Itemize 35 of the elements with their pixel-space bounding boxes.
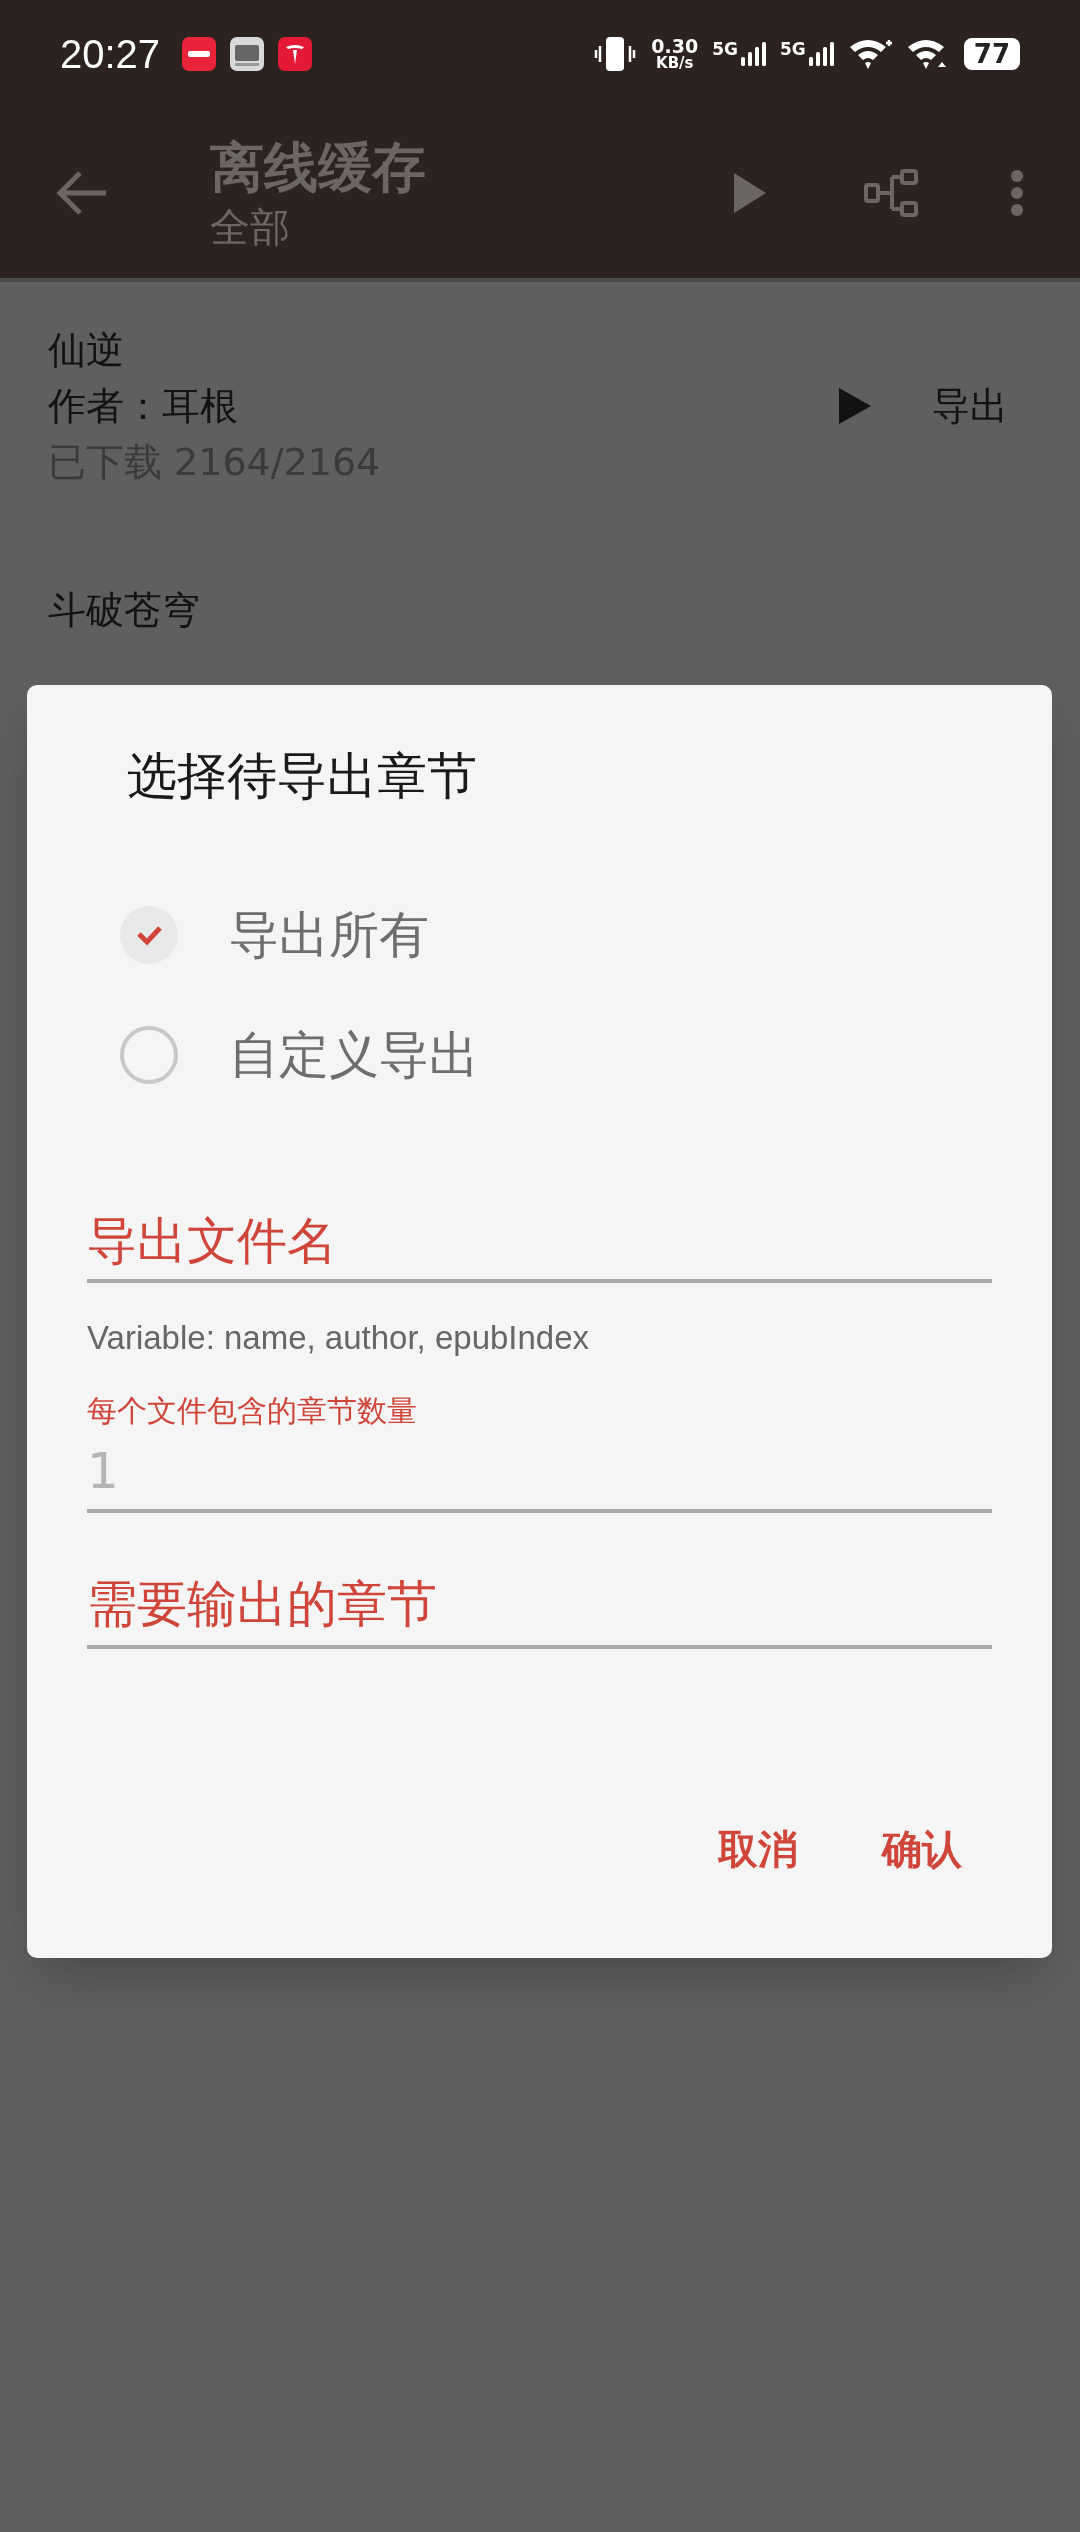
book-title[interactable]: 斗破苍穹	[48, 582, 1032, 638]
clock: 20:27	[60, 31, 161, 78]
chapter-count-field[interactable]: 1	[87, 1433, 992, 1513]
export-button[interactable]: 导出	[932, 377, 1008, 435]
chapters-field[interactable]: 需要输出的章节	[87, 1563, 992, 1649]
book-title[interactable]: 仙逆	[48, 322, 838, 378]
option-label[interactable]: 导出所有	[229, 897, 429, 973]
back-arrow-icon[interactable]	[56, 171, 108, 215]
field-label: 每个文件包含的章节数量	[87, 1392, 418, 1430]
book-author: 作者：耳根	[48, 383, 239, 430]
checkbox-checked[interactable]	[119, 905, 179, 965]
battery-indicator: 77	[963, 38, 1020, 70]
dialog-button[interactable]: 确认	[882, 1819, 962, 1879]
net-speed: 0.30	[651, 37, 699, 56]
signal-icon	[740, 41, 766, 67]
tree-icon[interactable]	[864, 167, 920, 219]
variable-hint: Variable: name, author, epubIndex	[87, 1317, 591, 1358]
play-icon[interactable]	[838, 387, 872, 425]
network-type: 5G	[780, 41, 806, 58]
net-unit: KB/s	[656, 56, 694, 71]
filename-field[interactable]: 导出文件名	[87, 1202, 992, 1283]
toolbar-subtitle: 全部	[210, 202, 291, 252]
network-type: 5G	[712, 41, 738, 58]
app-icon	[278, 37, 313, 71]
toolbar-title: 离线缓存	[210, 135, 427, 202]
book-app-icon	[230, 37, 265, 71]
radio-button[interactable]	[119, 1025, 179, 1085]
option-label[interactable]: 自定义导出	[229, 1017, 479, 1093]
dialog-button[interactable]: 取消	[718, 1819, 798, 1879]
dialog-title: 选择待导出章节	[127, 746, 478, 807]
play-icon[interactable]	[732, 171, 768, 215]
app-icon	[182, 37, 217, 71]
more-icon[interactable]	[1010, 169, 1024, 217]
vibrate-icon	[593, 36, 638, 72]
signal-icon	[807, 41, 834, 67]
